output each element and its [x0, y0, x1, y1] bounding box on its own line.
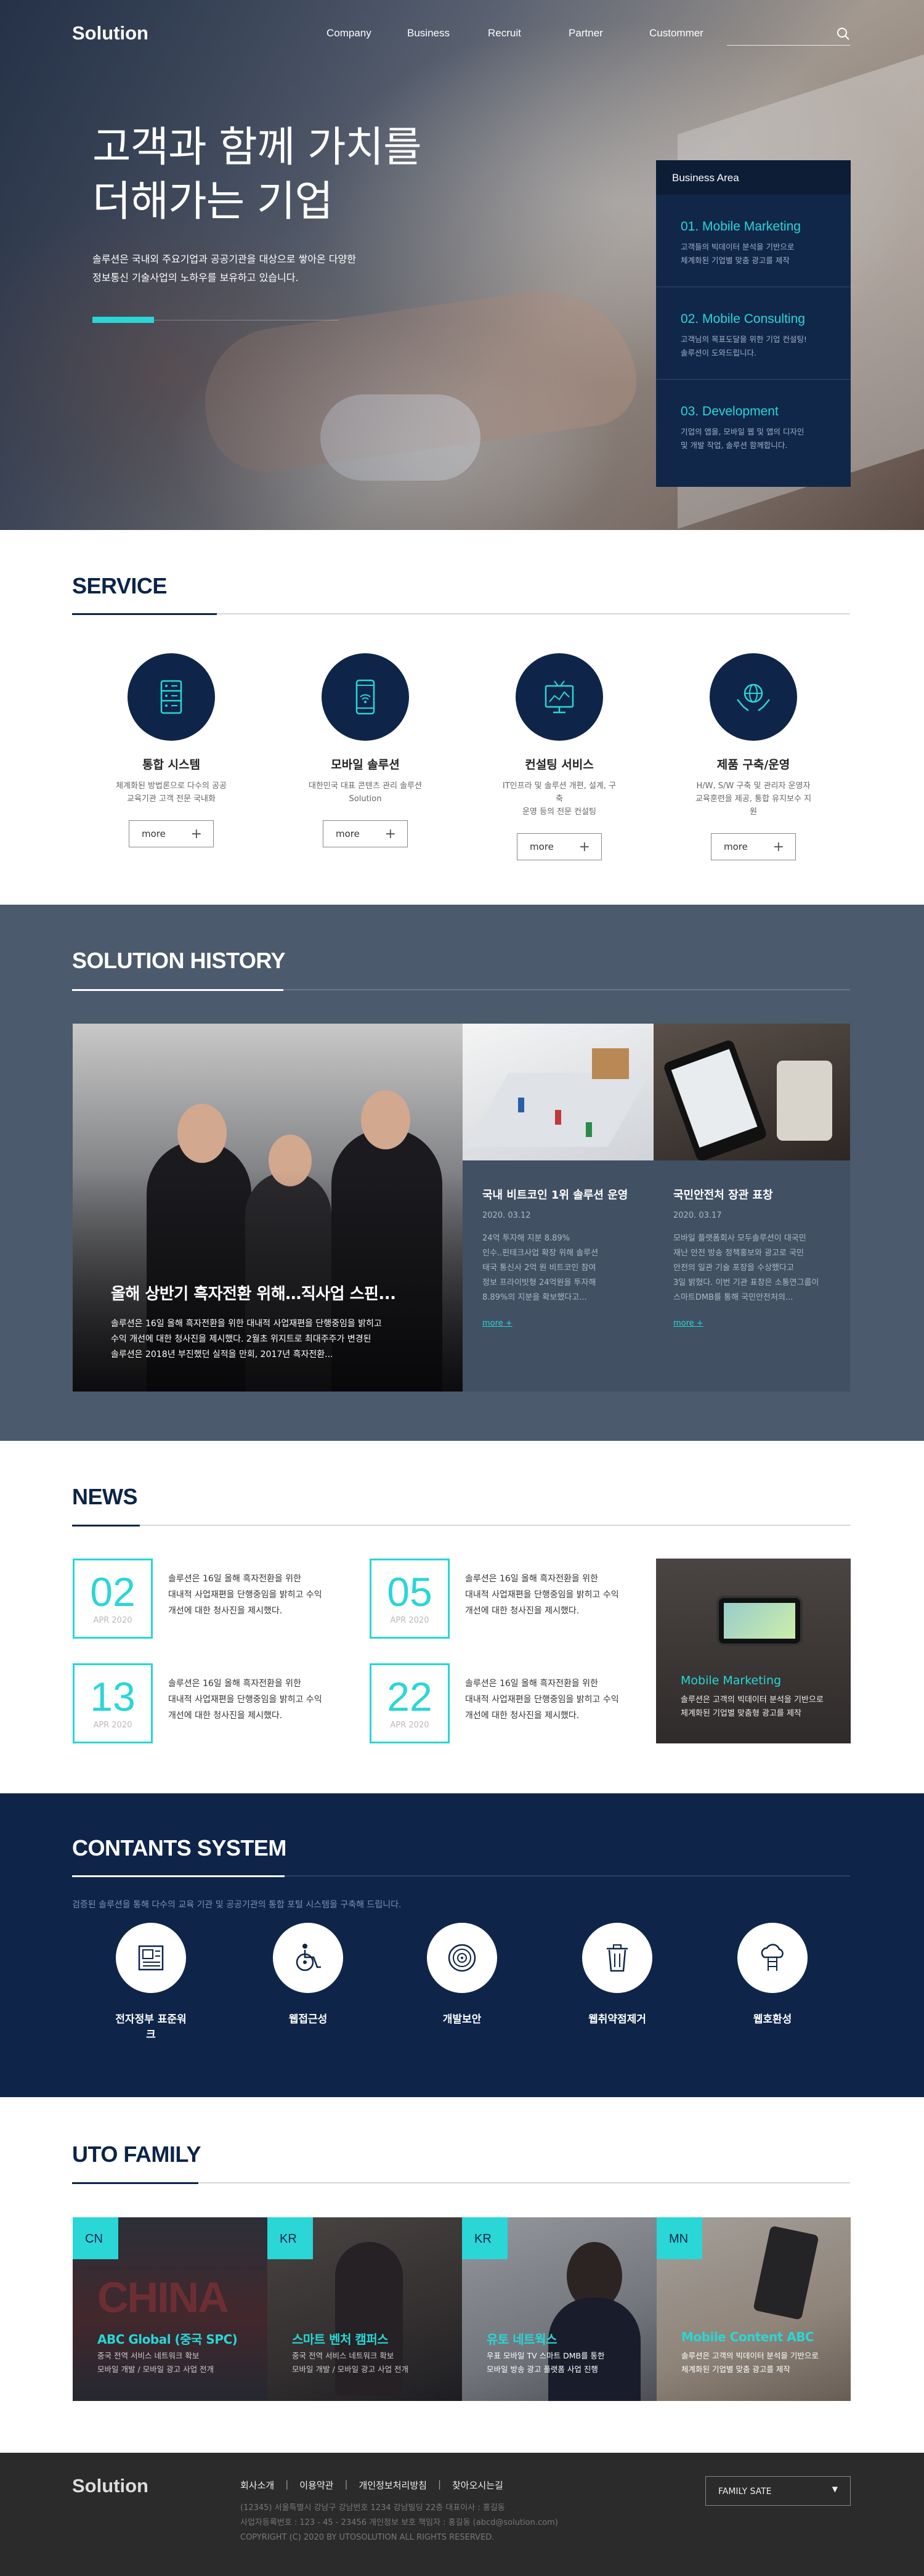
service-item-consulting: 컨설팅 서비스 IT인프라 및 솔루션 개편, 설계, 구축 운영 등의 전문 컨… — [501, 653, 618, 860]
footer-link-privacy[interactable]: 개인정보처리방침 — [359, 2479, 427, 2492]
wheelchair-icon — [296, 1944, 321, 1971]
family-card[interactable]: KR 스마트 벤처 캠퍼스 중국 전역 서비스 네트워크 확보 모바일 개발 / … — [267, 2217, 462, 2401]
family-card[interactable]: CHINA CN ABC Global (중국 SPC) 중국 전역 서비스 네… — [73, 2217, 267, 2401]
history-card-image — [654, 1024, 850, 1160]
hero-title: 고객과 함께 가치를 더해가는 기업 — [92, 123, 422, 226]
more-button[interactable]: more + — [129, 820, 214, 847]
chevron-down-icon: ▼ — [832, 2485, 838, 2493]
family-title: UTO FAMILY — [72, 2142, 201, 2167]
history-card[interactable]: 국내 비트코인 1위 솔루션 운영 2020. 03.12 24억 투자해 지분… — [463, 1024, 654, 1392]
contents-subtitle: 검증된 솔루션을 통해 다수의 교육 기관 및 공공기관의 통합 포털 시스템을… — [72, 1900, 402, 1910]
history-title: SOLUTION HISTORY — [72, 948, 286, 973]
business-item[interactable]: 01. Mobile Marketing 고객들의 빅데이터 분석을 기반으로 체계… — [656, 195, 851, 287]
news-item[interactable]: 22 APR 2020 솔루션은 16일 올해 흑자전환을 위한 대내적 사업재편을… — [370, 1663, 653, 1743]
content-item[interactable]: 전자정부 표준워크 — [111, 1923, 191, 2041]
footer-links: 회사소개 | 이용약관 | 개인정보처리방침 | 찾아오시는길 — [240, 2479, 503, 2492]
footer-link-terms[interactable]: 이용약관 — [299, 2479, 333, 2492]
search-icon[interactable] — [837, 27, 850, 41]
service-title: SERVICE — [72, 573, 167, 598]
mobile-icon — [355, 679, 375, 715]
trash-icon — [607, 1944, 628, 1972]
news-feature-card[interactable]: Mobile Marketing 솔루션은 고객의 빅데이터 분석을 기반으로 체… — [656, 1559, 851, 1743]
nav-item-partner[interactable]: Partner — [569, 27, 649, 39]
monitor-icon — [545, 680, 574, 714]
service-item-mobile: 모바일 솔루션 대한민국 대표 콘텐츠 관리 솔루션 Solution more + — [307, 653, 424, 847]
plus-icon: + — [578, 839, 590, 855]
hero-desc: 솔루션은 국내외 주요기업과 공공기관을 대상으로 쌓아온 다양한 정보통신 기술… — [92, 253, 356, 283]
more-link[interactable]: more + — [482, 1319, 654, 1328]
document-icon — [138, 1945, 164, 1971]
news-item[interactable]: 02 APR 2020 솔루션은 16일 올해 흑자전환을 위한 대내적 사업재편을… — [73, 1559, 356, 1639]
service-item-integration: 통합 시스템 체계화된 방법론으로 다수의 공공 교육기관 고객 전문 국내화 m… — [113, 653, 230, 847]
contents-title: CONTANTS SYSTEM — [72, 1835, 286, 1861]
hero-accent-bar — [92, 317, 154, 323]
nav-item-company[interactable]: Company — [326, 27, 407, 39]
content-item[interactable]: 웹접근성 — [268, 1923, 348, 2026]
footer-link-location[interactable]: 찾아오시는길 — [452, 2479, 503, 2492]
history-section: SOLUTION HISTORY 올해 상반기 흑자전환 위해…직사업 스핀..… — [0, 905, 924, 1441]
nav-item-customer[interactable]: Custommer — [649, 27, 730, 39]
more-link[interactable]: more + — [673, 1319, 850, 1328]
business-item[interactable]: 03. Development 기업의 앱을, 모바일 웹 및 앱의 디자인 및 개… — [656, 380, 851, 472]
news-item[interactable]: 13 APR 2020 솔루션은 16일 올해 흑자전환을 위한 대내적 사업재편을… — [73, 1663, 356, 1743]
contents-section: CONTANTS SYSTEM 검증된 솔루션을 통해 다수의 교육 기관 및 … — [0, 1793, 924, 2097]
security-target-icon — [448, 1944, 476, 1972]
family-site-select[interactable]: FAMILY SATE ▼ — [705, 2476, 851, 2506]
plus-icon: + — [772, 839, 784, 855]
hero-section: Solution Company Business Recruit Partne… — [0, 0, 924, 530]
content-item[interactable]: 웹취약점제거 — [577, 1923, 657, 2026]
business-item[interactable]: 02. Mobile Consulting 고객님의 목표도달을 위한 기업 컨설… — [656, 287, 851, 380]
site-logo[interactable]: Solution — [72, 22, 148, 44]
nav-item-business[interactable]: Business — [407, 27, 488, 39]
news-item[interactable]: 05 APR 2020 솔루션은 16일 올해 흑자전환을 위한 대내적 사업재편을… — [370, 1559, 653, 1639]
plus-icon: + — [384, 826, 396, 842]
phone-image — [716, 1596, 803, 1646]
family-card[interactable]: MN Mobile Content ABC 솔루션은 고객의 빅데이터 분석을 … — [657, 2217, 851, 2401]
footer-info: (12345) 서울특별시 강남구 강남번호 1234 강남빌딩 22층 대표이… — [240, 2503, 558, 2542]
nav-item-recruit[interactable]: Recruit — [488, 27, 569, 39]
business-area-title: Business Area — [656, 160, 851, 195]
history-card[interactable]: 국민안전처 장관 표창 2020. 03.17 모바일 플랫폼회사 모두솔루션이… — [654, 1024, 850, 1392]
more-button[interactable]: more + — [711, 833, 796, 860]
more-button[interactable]: more + — [517, 833, 602, 860]
cloud-network-icon — [761, 1944, 784, 1971]
history-feature-title: 올해 상반기 흑자전환 위해…직사업 스핀... — [111, 1285, 396, 1303]
history-feature-card[interactable]: 올해 상반기 흑자전환 위해…직사업 스핀... 솔루션은 16일 올해 흑자전… — [73, 1024, 463, 1392]
more-button[interactable]: more + — [323, 820, 408, 847]
footer-logo[interactable]: Solution — [72, 2475, 148, 2497]
service-item-product: 제품 구축/운영 H/W, S/W 구축 및 관리자 운영자 교육훈련을 제공, … — [695, 653, 812, 860]
plus-icon: + — [190, 826, 202, 842]
news-title: NEWS — [72, 1484, 138, 1509]
main-nav: Company Business Recruit Partner Customm… — [326, 27, 730, 39]
server-icon — [160, 680, 182, 714]
content-item[interactable]: 웹호환성 — [732, 1923, 813, 2026]
business-area-panel: Business Area 01. Mobile Marketing 고객들의 빅… — [656, 160, 851, 487]
search-input[interactable] — [727, 25, 850, 46]
history-card-image — [463, 1024, 654, 1160]
family-card[interactable]: KR 유토 네트웍스 우표 모바일 TV 스마트 DMB를 통한 모바일 방송 광… — [462, 2217, 657, 2401]
globe-hands-icon — [737, 683, 770, 711]
footer-link-about[interactable]: 회사소개 — [240, 2479, 274, 2492]
content-item[interactable]: 개발보안 — [422, 1923, 502, 2026]
footer: Solution 회사소개 | 이용약관 | 개인정보처리방침 | 찾아오시는길 (1… — [0, 2453, 924, 2576]
